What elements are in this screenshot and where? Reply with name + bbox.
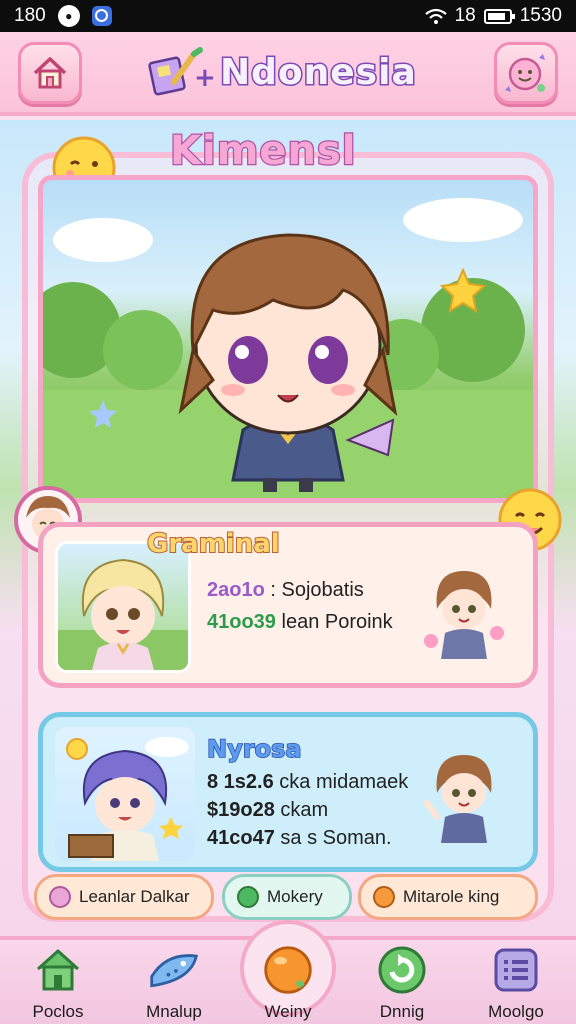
card-2-line-1: 8 1s2.6 cka midamaek	[207, 771, 408, 794]
mini-chibi-cheering-icon	[424, 571, 504, 659]
app-notification-icon	[91, 6, 112, 26]
chip-mitarole-king[interactable]: Mitarole king	[358, 874, 538, 920]
purple-face-icon	[49, 886, 71, 908]
card-1-title: Graminal	[146, 528, 281, 560]
card-2-line-2-text: ckam	[280, 799, 329, 821]
chip-1-label: Leanlar Dalkar	[79, 887, 190, 906]
quick-actions-row: Leanlar Dalkar Mokery Mitarole king	[30, 874, 550, 922]
orange-icon	[264, 946, 312, 994]
blonde-chibi-illustration	[58, 558, 188, 670]
nav-label-poclos: Poclos	[32, 1002, 84, 1021]
status-time: 180	[14, 5, 46, 26]
chibi-character-illustration	[43, 198, 533, 498]
status-bar: 180 ● 18 1530	[0, 0, 576, 32]
card-1-line-1: 2ao1o : Sojobatis	[207, 579, 364, 602]
character-card-2[interactable]: Nyrosa 8 1s2.6 cka midamaek $19o28 ckam …	[38, 712, 538, 872]
header-title-group: + Ndonesia	[148, 46, 417, 98]
nav-label-mnalup: Mnalup	[146, 1002, 202, 1021]
character-scene-image	[38, 175, 538, 503]
svg-text:+: +	[194, 63, 214, 93]
bottom-navigation: Poclos Mnalup Weiny Dnnig Moolgo	[0, 920, 576, 1024]
status-clock: 1530	[519, 5, 562, 26]
character-card-1[interactable]: Graminal 2ao1o : Sojobatis 41oo39 lean P…	[38, 522, 538, 688]
signal-text: 18	[454, 5, 476, 26]
nav-item-dnnig[interactable]: Dnnig	[352, 944, 452, 1024]
card-2-line-3: 41co47 sa s Soman.	[207, 827, 392, 850]
list-icon	[494, 948, 538, 992]
header-title: Ndonesia	[219, 50, 418, 94]
card-2-line-1-text: cka midamaek	[279, 771, 409, 793]
nav-item-moolgo[interactable]: Moolgo	[466, 944, 566, 1024]
card-1-line-2-text: lean Poroink	[281, 611, 393, 633]
chip-leanlar-dalkar[interactable]: Leanlar Dalkar	[34, 874, 214, 920]
nav-item-mnalup[interactable]: Mnalup	[124, 944, 224, 1024]
profile-button[interactable]	[494, 42, 558, 104]
card-1-line-1-text: : Sojobatis	[270, 579, 364, 601]
home-button[interactable]	[18, 42, 82, 104]
smiley-creature-icon	[505, 54, 545, 92]
nav-label-dnnig: Dnnig	[379, 1002, 425, 1021]
refresh-icon	[378, 946, 426, 994]
battery-icon	[483, 8, 515, 24]
green-circle-icon	[237, 886, 259, 908]
card-2-portrait	[55, 727, 195, 861]
mini-chibi-waving-icon	[424, 755, 492, 843]
card-2-line-3-number: 41co47	[207, 827, 275, 849]
wifi-icon	[424, 8, 447, 24]
card-2-line-2: $19o28 ckam	[207, 799, 328, 822]
chat-notification-icon: ●	[57, 5, 80, 27]
chip-2-label: Mokery	[267, 887, 323, 906]
home-icon	[36, 949, 80, 991]
card-1-portrait	[55, 541, 191, 673]
chip-3-label: Mitarole king	[403, 887, 500, 906]
map-brush-icon: +	[148, 47, 214, 96]
card-1-line-2-number: 41oo39	[207, 611, 276, 633]
card-2-line-2-number: $19o28	[207, 799, 275, 821]
nav-item-poclos[interactable]: Poclos	[8, 944, 108, 1024]
orange-face-icon	[373, 886, 395, 908]
nav-item-weiny[interactable]: Weiny	[238, 944, 338, 1024]
chip-mokery[interactable]: Mokery	[222, 874, 352, 920]
nav-label-weiny: Weiny	[264, 1002, 312, 1021]
card-1-line-2: 41oo39 lean Poroink	[207, 611, 393, 634]
scene-title: Kimensl	[169, 127, 357, 176]
card-1-line-1-number: 2ao1o	[207, 579, 265, 601]
house-icon	[33, 57, 67, 89]
card-2-title: Nyrosa	[206, 734, 302, 764]
top-header: + Ndonesia	[0, 32, 576, 116]
card-2-line-3-text: sa s Soman.	[280, 827, 392, 849]
card-2-line-1-number: 8 1s2.6	[207, 771, 274, 793]
fish-icon	[150, 954, 198, 988]
nav-label-moolgo: Moolgo	[488, 1002, 544, 1021]
purple-hair-chibi-illustration	[66, 737, 189, 861]
